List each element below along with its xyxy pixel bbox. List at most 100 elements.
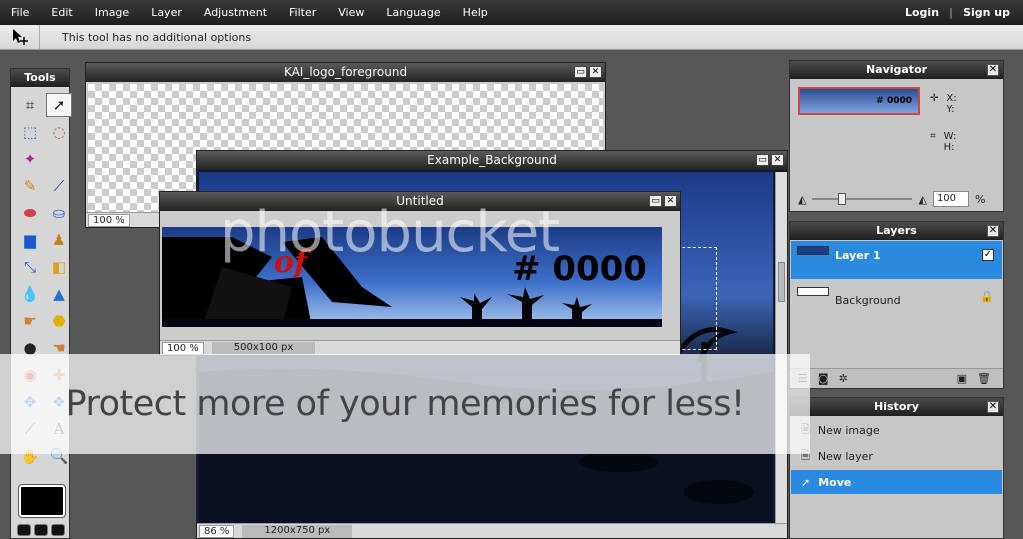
layer-row[interactable]: Background 🔒 [791,282,1002,320]
navigator-title: Navigator ✕ [790,61,1003,79]
eraser-tool-icon[interactable]: ⬬ [17,201,43,225]
w-label: W: [943,131,957,142]
zoom-in-icon[interactable]: ◭ [918,193,926,206]
history-label: Move [818,475,852,489]
selection-size: ⌗ W: H: [930,131,956,153]
menu-view[interactable]: View [327,6,375,19]
close-icon[interactable]: ✕ [987,225,999,237]
window-buttons: ▭ ✕ [574,66,602,78]
pencil-tool-icon[interactable]: ✎ [17,174,43,198]
move-tool-icon: ➚ [801,475,811,489]
menu-image[interactable]: Image [84,6,140,19]
zoom-unit: % [974,192,986,206]
layer-row[interactable]: Layer 1 ✓ [791,241,1002,279]
signup-link[interactable]: Sign up [958,6,1015,19]
vertical-scrollbar[interactable] [775,172,787,524]
mini-swatch[interactable] [34,524,48,536]
shape-tool-icon[interactable]: ◧ [46,255,72,279]
zoom-out-icon[interactable]: ◭ [798,193,806,206]
visibility-checkbox[interactable]: ✓ [982,249,994,261]
sharpen-tool-icon[interactable]: ▲ [46,282,72,306]
mini-swatch[interactable] [17,524,31,536]
move-tool-icon[interactable]: ➚ [46,93,72,117]
window-buttons: ▭ ✕ [649,195,677,207]
selection-marquee [677,247,717,350]
zoom-input[interactable]: 100 [932,191,969,207]
close-icon[interactable]: ✕ [987,401,999,413]
layer-name: Layer 1 [835,249,881,262]
zoom-field[interactable]: 86 % [199,524,235,538]
swatch-mini-row [17,524,65,536]
move-tool-icon [0,24,40,50]
navigator-thumb-text: # 0000 [876,96,912,106]
tools-title: Tools [11,69,69,87]
zoom-field[interactable]: 100 % [88,213,130,227]
crosshair-icon: ✛ [930,93,939,104]
lasso-tool-icon[interactable]: ◌ [46,120,72,144]
menu-bar: File Edit Image Layer Adjustment Filter … [0,0,1023,25]
color-swatch[interactable] [18,484,66,518]
account-links: Login | Sign up [900,6,1023,19]
maximize-icon[interactable]: ▭ [574,66,587,78]
crop-tool-icon[interactable]: ⌗ [17,93,43,117]
login-link[interactable]: Login [900,6,944,19]
layers-title: Layers ✕ [790,222,1003,240]
close-icon[interactable]: ✕ [664,195,677,207]
watermark-banner: Protect more of your memories for less! [0,354,810,454]
menu-language[interactable]: Language [375,6,451,19]
background-statusbar: 86 % 1200x750 px [197,523,787,538]
stamp-tool-icon[interactable]: ♟ [46,228,72,252]
brush-tool-icon[interactable]: ⟋ [46,174,72,198]
zoom-slider[interactable] [812,193,913,205]
image-size: 1200x750 px [242,524,353,538]
zoom-slider-knob[interactable] [838,193,847,205]
lock-icon: 🔒 [980,290,994,303]
history-item[interactable]: 🗎 New layer [791,444,1002,468]
watermark-text: Protect more of your memories for less! [65,384,746,424]
selection-size-icon: ⌗ [930,131,936,142]
mini-swatch[interactable] [51,524,65,536]
menu-filter[interactable]: Filter [278,6,327,19]
history-item[interactable]: 🗎 New image [791,418,1002,442]
layer-adjust-icon[interactable]: ✲ [839,372,848,385]
cursor-position: ✛ X: Y: [930,93,957,115]
menu-file[interactable]: File [0,6,40,19]
smudge-tool-icon[interactable]: ☛ [17,309,43,333]
delete-layer-icon[interactable]: 🗑 [977,372,991,385]
drop-tool-icon[interactable]: 💧 [17,282,43,306]
history-item[interactable]: ➚ Move [791,470,1002,494]
logo-window-title[interactable]: KAI_logo_foreground ▭ ✕ [86,63,605,82]
close-icon[interactable]: ✕ [771,154,784,166]
navigator-thumbnail[interactable]: # 0000 [798,87,920,115]
layers-title-text: Layers [876,224,917,237]
close-icon[interactable]: ✕ [589,66,602,78]
menu-edit[interactable]: Edit [40,6,83,19]
scroll-thumb[interactable] [778,262,785,302]
bucket-tool-icon[interactable]: ⛀ [46,201,72,225]
maximize-icon[interactable]: ▭ [649,195,662,207]
y-label: Y: [946,104,955,115]
sponge-tool-icon[interactable]: ⬣ [46,309,72,333]
menu-help[interactable]: Help [452,6,499,19]
menu-layer[interactable]: Layer [140,6,193,19]
layer-mask-icon[interactable]: ◙ [818,372,829,385]
new-layer-icon[interactable]: ▣ [957,372,967,385]
options-text: This tool has no additional options [62,30,252,44]
close-icon[interactable]: ✕ [987,64,999,76]
h-label: H: [943,142,955,153]
magic-wand-icon[interactable]: ✦ [17,147,43,171]
history-panel: History ✕ 🗎 New image 🗎 New layer ➚ Move [789,397,1004,539]
history-label: New layer [817,449,873,463]
history-label: New image [817,423,880,437]
marquee-tool-icon[interactable]: ⬚ [17,120,43,144]
gradient-tool-icon[interactable]: ▆ [17,228,43,252]
maximize-icon[interactable]: ▭ [756,154,769,166]
history-title-text: History [874,400,919,413]
tools-panel: Tools ⌗ ➚ ⬚ ◌ ✦ ✎ ⟋ ⬬ ⛀ ▆ ♟ ⤡ ◧ 💧 ▲ ☛ ⬣ … [10,68,72,539]
untitled-statusbar: 100 % 500x100 px [160,340,680,355]
background-window-title[interactable]: Example_Background ▭ ✕ [197,151,787,170]
menu-adjustment[interactable]: Adjustment [193,6,278,19]
color-replace-icon[interactable]: ⤡ [17,255,43,279]
zoom-field[interactable]: 100 % [162,341,204,355]
layer-thumbnail [797,287,829,296]
